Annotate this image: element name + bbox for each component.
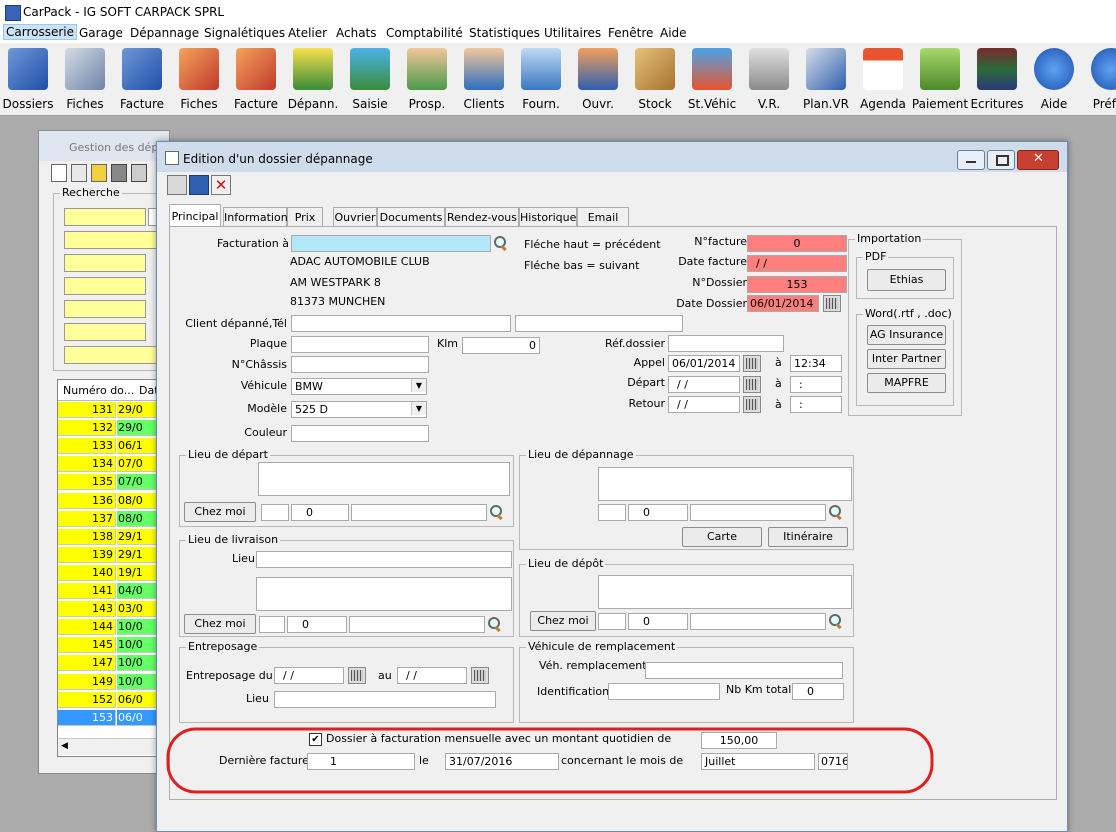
highlight-overlay <box>166 727 934 794</box>
highlight-ellipse <box>166 727 934 794</box>
